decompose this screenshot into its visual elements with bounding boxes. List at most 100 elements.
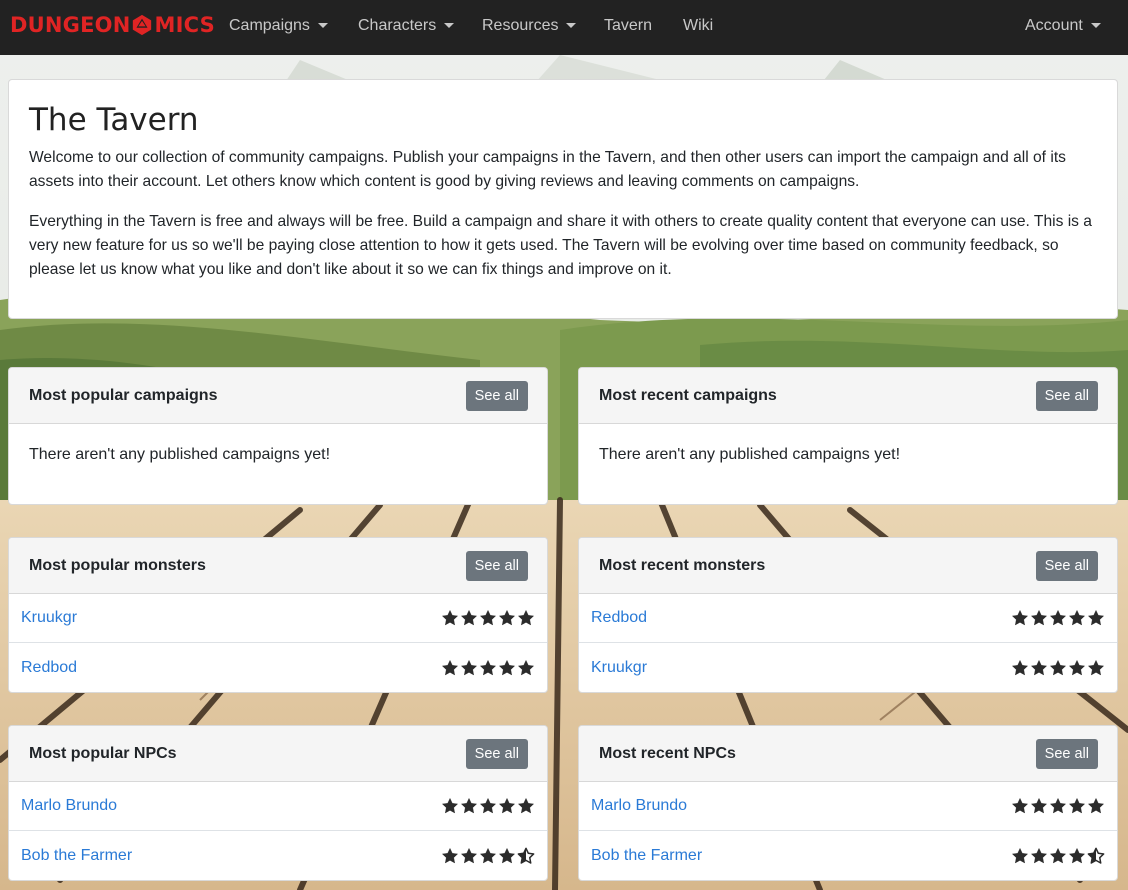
nav-characters-dropdown[interactable]: Characters [358,17,455,35]
star-filled-icon [479,797,497,814]
item-link[interactable]: Kruukgr [591,659,647,677]
star-rating [441,609,535,627]
star-filled-icon [1087,659,1105,675]
item-link[interactable]: Redbod [591,609,647,627]
star-filled-icon [498,847,516,863]
star-filled-icon [1049,847,1067,863]
star-filled-icon [441,797,459,814]
panel-header: Most popular campaigns See all [9,368,547,424]
list-item: Kruukgr [579,643,1117,692]
panel-header: Most recent NPCs See all [579,726,1117,782]
intro-paragraph-2: Everything in the Tavern is free and alw… [29,213,1092,278]
panel-title: Most popular NPCs [29,744,177,762]
star-rating [1011,847,1105,865]
star-filled-icon [1011,797,1029,814]
list-item: Bob the Farmer [579,831,1117,880]
brand-name-left: DUNGEON [10,13,131,37]
panel-header: Most recent campaigns See all [579,368,1117,424]
star-rating [441,797,535,815]
star-filled-icon [517,659,535,675]
panel-title: Most popular campaigns [29,386,218,404]
nav-account-dropdown[interactable]: Account [1025,17,1101,35]
intro-card: The Tavern Welcome to our collection of … [8,79,1118,319]
nav-resources-dropdown[interactable]: Resources [482,17,577,35]
popular-npcs-panel: Most popular NPCs See all Marlo Brundo Bo… [8,725,548,881]
list-item: Kruukgr [9,594,547,643]
star-rating [1011,797,1105,815]
star-filled-icon [1068,609,1086,626]
star-filled-icon [1011,659,1029,675]
star-filled-icon [1011,609,1029,626]
item-link[interactable]: Marlo Brundo [591,797,687,815]
nav-wiki-link[interactable]: Wiki [683,17,713,35]
nav-wiki-label: Wiki [683,17,714,34]
star-filled-icon [498,609,516,626]
panel-header: Most popular monsters See all [9,538,547,594]
star-rating [1011,659,1105,677]
see-all-button[interactable]: See all [465,380,528,411]
panel-header: Most recent monsters See all [579,538,1117,594]
item-link[interactable]: Bob the Farmer [21,847,132,865]
star-filled-icon [517,609,535,626]
star-filled-icon [1049,609,1067,626]
see-all-button[interactable]: See all [465,550,528,581]
star-filled-icon [1030,797,1048,814]
star-filled-icon [1087,797,1105,814]
panel-title: Most recent monsters [599,556,766,574]
star-filled-icon [460,659,478,675]
star-filled-icon [1068,847,1086,863]
list-item: Redbod [579,594,1117,643]
list-item: Redbod [9,643,547,692]
star-filled-icon [460,797,478,814]
star-rating [441,847,535,865]
d20-icon [133,14,152,36]
nav-campaigns-label: Campaigns [229,17,310,34]
list-item: Bob the Farmer [9,831,547,880]
recent-campaigns-panel: Most recent campaigns See all There aren… [578,367,1118,505]
item-link[interactable]: Redbod [21,659,77,677]
star-filled-icon [441,847,459,863]
nav-tavern-label: Tavern [604,17,653,34]
star-filled-icon [460,609,478,626]
star-filled-icon [1030,609,1048,626]
see-all-button[interactable]: See all [1035,380,1098,411]
recent-npcs-panel: Most recent NPCs See all Marlo Brundo Bob… [578,725,1118,881]
star-rating [441,659,535,677]
brand-name-right: MICS [154,13,215,37]
star-half-icon [517,847,535,864]
star-filled-icon [1049,797,1067,814]
star-filled-icon [517,797,535,814]
nav-tavern-link[interactable]: Tavern [604,17,652,35]
panel-title: Most recent NPCs [599,744,736,762]
list-item: Marlo Brundo [9,782,547,831]
star-rating [1011,609,1105,627]
star-filled-icon [441,609,459,626]
item-link[interactable]: Marlo Brundo [21,797,117,815]
caret-down-icon [317,22,328,28]
star-filled-icon [441,659,459,675]
brand-logo[interactable]: DUNGEON MICS [10,13,215,37]
see-all-button[interactable]: See all [1035,738,1098,769]
star-filled-icon [1068,659,1086,675]
nav-campaigns-dropdown[interactable]: Campaigns [229,17,328,35]
item-link[interactable]: Bob the Farmer [591,847,702,865]
star-filled-icon [479,847,497,863]
popular-campaigns-panel: Most popular campaigns See all There are… [8,367,548,505]
caret-down-icon [566,22,577,28]
empty-message: There aren't any published campaigns yet… [599,446,901,463]
star-half-icon [1087,847,1105,864]
star-filled-icon [1049,659,1067,675]
caret-down-icon [444,22,455,28]
star-filled-icon [498,659,516,675]
star-filled-icon [1068,797,1086,814]
recent-monsters-panel: Most recent monsters See all Redbod Kruuk… [578,537,1118,693]
star-filled-icon [498,797,516,814]
see-all-button[interactable]: See all [465,738,528,769]
page-title: The Tavern [29,102,199,138]
panel-title: Most popular monsters [29,556,206,574]
star-filled-icon [460,847,478,863]
list-item: Marlo Brundo [579,782,1117,831]
see-all-button[interactable]: See all [1035,550,1098,581]
item-link[interactable]: Kruukgr [21,609,77,627]
empty-message: There aren't any published campaigns yet… [29,446,331,463]
